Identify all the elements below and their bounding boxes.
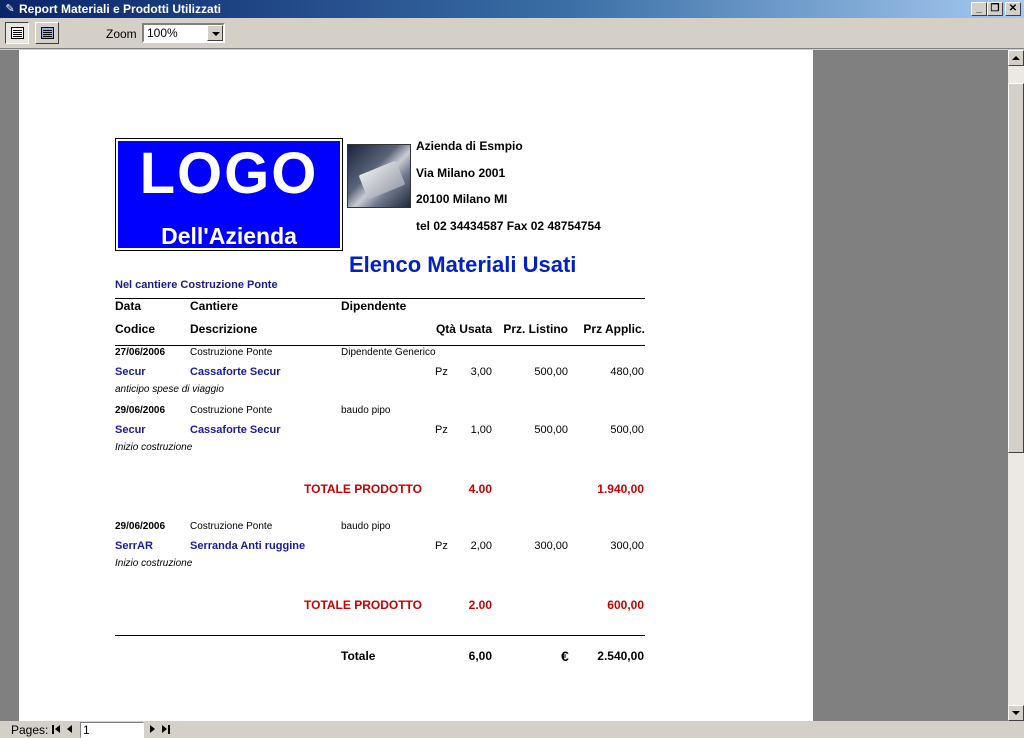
preview-area: LOGO Dell'Azienda Azienda di Esmpio Via … [0,50,1008,721]
group-total-label: TOTALE PRODOTTO [304,598,423,612]
minimize-button[interactable]: _ [971,2,987,16]
site-heading: Nel cantiere Costruzione Ponte [115,279,278,291]
entry-applied-price: 480,00 [610,366,644,378]
pages-label: Pages: [11,723,49,737]
header-data: Data [115,299,142,313]
company-address: Via Milano 2001 [416,166,506,180]
chevron-down-icon[interactable] [207,25,223,41]
header-dipendente: Dipendente [341,299,407,313]
zoom-label: Zoom [106,27,137,41]
entry-code: Secur [115,366,146,378]
toolbar: Zoom 100% [0,18,1024,49]
entry-list-price: 500,00 [534,366,568,378]
company-logo: LOGO Dell'Azienda [115,138,343,251]
header-rule-bottom [115,345,645,346]
group-total-qty: 4.00 [468,482,492,496]
header-codice: Codice [115,322,156,336]
entry-code: SerrAR [115,540,153,552]
printer-icon [11,27,24,39]
setup-button[interactable] [35,22,59,44]
entry-site: Costruzione Ponte [190,521,273,532]
entry-note: Inizio costruzione [115,558,193,569]
entry-date: 27/06/2006 [115,347,166,358]
entry-site: Costruzione Ponte [190,347,273,358]
app-icon[interactable]: ✎ [3,2,17,16]
scroll-down-button[interactable] [1008,705,1024,721]
company-contacts: tel 02 34434587 Fax 02 48754754 [416,219,601,233]
entry-qty: 1,00 [470,424,492,436]
group-total-amount: 1.940,00 [597,482,644,496]
report-title: Elenco Materiali Usati [349,252,577,277]
entry-description: Serranda Anti ruggine [190,540,306,552]
credit-card-image [347,144,411,208]
group-total-qty: 2.00 [468,598,492,612]
header-cantiere: Cantiere [190,299,239,313]
grand-total-amount: 2.540,00 [597,649,644,663]
logo-line-2: Dell'Azienda [161,223,297,249]
scroll-thumb[interactable] [1008,83,1024,453]
restore-button[interactable]: ❐ [987,2,1003,16]
zoom-select[interactable]: 100% [142,23,225,43]
entry-applied-price: 300,00 [610,540,644,552]
window-title: Report Materiali e Prodotti Utilizzati [19,2,222,16]
print-button[interactable] [5,22,29,44]
scroll-up-button[interactable] [1008,50,1024,66]
entry-description: Cassaforte Secur [190,366,281,378]
entry-applied-price: 500,00 [610,424,644,436]
entry-unit: Pz [435,424,448,436]
entry-qty: 3,00 [470,366,492,378]
company-city: 20100 Milano MI [416,192,508,206]
vertical-scrollbar[interactable] [1008,50,1024,721]
entry-note: anticipo spese di viaggio [115,384,224,395]
entry-list-price: 300,00 [534,540,568,552]
previous-page-button[interactable] [63,722,76,737]
entry-list-price: 500,00 [534,424,568,436]
header-qta: Qtà Usata [435,322,492,336]
grand-total-rule [115,635,645,636]
group-total-label: TOTALE PRODOTTO [304,482,423,496]
next-page-button[interactable] [146,722,159,737]
entry-date: 29/06/2006 [115,405,166,416]
entry-unit: Pz [435,366,448,378]
title-bar[interactable]: ✎ Report Materiali e Prodotti Utilizzati… [0,0,1024,18]
zoom-value: 100% [147,26,178,40]
last-page-button[interactable] [159,722,172,737]
report-preview-window: ✎ Report Materiali e Prodotti Utilizzati… [0,0,1024,738]
company-name: Azienda di Esmpio [416,139,523,153]
first-page-button[interactable] [50,722,63,737]
entry-employee: baudo pipo [341,521,391,532]
group-total-amount: 600,00 [607,598,644,612]
page-setup-icon [41,27,54,39]
grand-total-qty: 6,00 [468,649,492,663]
report-page: LOGO Dell'Azienda Azienda di Esmpio Via … [19,50,813,721]
logo-line-1: LOGO [139,141,319,206]
header-descrizione: Descrizione [190,322,258,336]
entry-site: Costruzione Ponte [190,405,273,416]
entry-unit: Pz [435,540,448,552]
entry-qty: 2,00 [470,540,492,552]
entry-note: Inizio costruzione [115,442,193,453]
entry-date: 29/06/2006 [115,521,166,532]
entry-employee: Dipendente Generico [341,347,436,358]
currency-symbol: € [561,648,569,664]
entry-description: Cassaforte Secur [190,424,281,436]
header-prz-listino: Prz. Listino [503,322,568,336]
page-number-input[interactable]: 1 [80,722,144,738]
grand-total-label: Totale [341,649,376,663]
close-button[interactable]: ✕ [1005,2,1021,16]
header-prz-applic: Prz Applic. [583,322,645,336]
entry-employee: baudo pipo [341,405,391,416]
entry-code: Secur [115,424,146,436]
page-navigation-bar: Pages: 1 [0,721,1024,738]
